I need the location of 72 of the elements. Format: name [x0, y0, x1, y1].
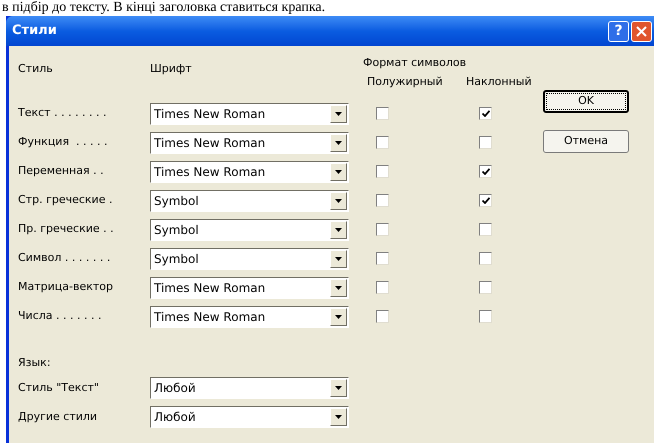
style-label: Символ . . . . . . . [18, 250, 112, 266]
checkbox[interactable] [479, 194, 492, 207]
checkbox[interactable] [376, 194, 389, 207]
check-icon [482, 110, 490, 117]
help-button[interactable]: ? [608, 20, 629, 42]
style-label: Стр. греческие . [18, 192, 114, 208]
font-dropdown[interactable]: Любой [150, 377, 349, 399]
font-dropdown[interactable]: Times New Roman [150, 102, 349, 124]
check-icon [482, 168, 490, 175]
dropdown-button[interactable] [330, 192, 347, 210]
font-dropdown[interactable]: Любой [150, 406, 349, 428]
font-dropdown[interactable]: Times New Roman [150, 160, 349, 182]
style-label: Переменная . . [18, 163, 105, 180]
column-heading: Стиль [18, 61, 54, 77]
font-dropdown[interactable]: Times New Roman [150, 132, 349, 154]
caret-icon [335, 228, 342, 232]
column-heading: Шрифт [150, 61, 193, 77]
dropdown-button[interactable] [330, 104, 347, 122]
font-dropdown[interactable]: Symbol [150, 218, 349, 240]
caret-icon [335, 170, 342, 174]
caret-icon [335, 415, 342, 419]
font-dropdown[interactable]: Times New Roman [150, 276, 349, 298]
dropdown-button[interactable] [330, 308, 347, 326]
close-button[interactable] [631, 20, 652, 42]
dropdown-button[interactable] [330, 134, 347, 152]
checkbox[interactable] [376, 252, 389, 265]
caret-icon [335, 140, 342, 144]
window-title: Стили [12, 22, 57, 40]
style-label: Текст . . . . . . . . [18, 105, 108, 122]
column-heading: Наклонный [466, 74, 532, 90]
checkbox[interactable] [479, 310, 492, 323]
style-label: Матрица-вектор [18, 279, 114, 296]
font-dropdown[interactable]: Symbol [150, 248, 349, 270]
cancel-button[interactable]: Отмена [543, 130, 629, 153]
dropdown-button[interactable] [330, 379, 347, 397]
checkbox[interactable] [479, 107, 492, 120]
font-dropdown[interactable]: Symbol [150, 190, 349, 212]
caret-icon [335, 256, 342, 260]
checkbox[interactable] [479, 223, 492, 236]
close-icon [636, 26, 647, 36]
checkbox[interactable] [479, 281, 492, 294]
dropdown-button[interactable] [330, 162, 347, 180]
checkbox[interactable] [376, 310, 389, 323]
group-heading: Формат символов [363, 55, 468, 71]
dropdown-button[interactable] [330, 278, 347, 296]
column-heading: Полужирный [366, 74, 444, 90]
dropdown-button[interactable] [330, 220, 347, 238]
style-label: Пр. греческие . . [18, 221, 115, 238]
caret-icon [335, 386, 342, 390]
checkbox[interactable] [479, 252, 492, 265]
checkbox[interactable] [479, 136, 492, 149]
style-label: Функция . . . . . [18, 134, 109, 150]
language-label: Другие стили [18, 408, 98, 425]
dropdown-button[interactable] [330, 408, 347, 426]
caret-icon [335, 286, 342, 290]
font-dropdown[interactable]: Times New Roman [150, 306, 349, 328]
dropdown-button[interactable] [330, 250, 347, 268]
style-label: Числа . . . . . . . [18, 308, 102, 324]
checkbox[interactable] [376, 281, 389, 294]
caret-icon [335, 112, 342, 116]
caret-icon [335, 198, 342, 202]
ok-button[interactable]: OK [543, 90, 629, 113]
document-text: в підбір до тексту. В кінці заголовка ставиться крапка. [2, 0, 326, 16]
check-icon [482, 197, 490, 204]
caret-icon [335, 314, 342, 318]
section-heading: Язык: [18, 355, 52, 371]
checkbox[interactable] [376, 223, 389, 236]
language-label: Стиль "Текст" [18, 380, 100, 396]
checkbox[interactable] [479, 165, 492, 178]
checkbox[interactable] [376, 165, 389, 178]
checkbox[interactable] [376, 136, 389, 149]
checkbox[interactable] [376, 107, 389, 120]
